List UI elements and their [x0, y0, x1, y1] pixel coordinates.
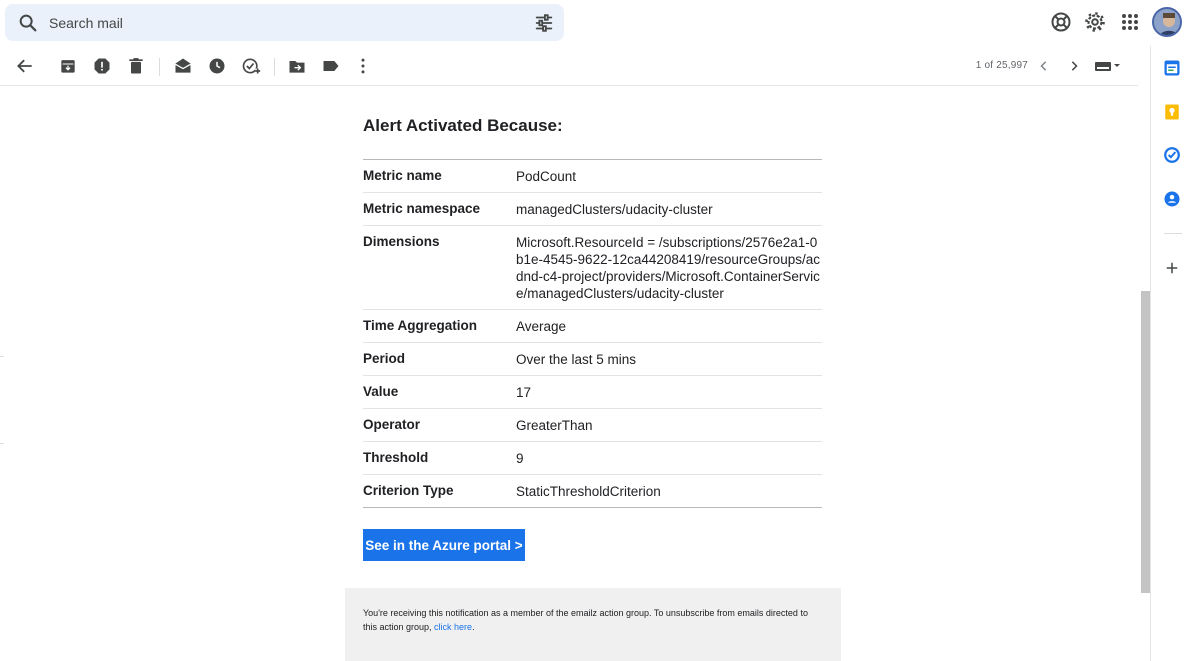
keep-icon[interactable]: [1163, 103, 1181, 121]
contacts-icon[interactable]: [1163, 190, 1181, 208]
table-row: Value 17: [363, 376, 822, 409]
row-key: Threshold: [363, 450, 429, 465]
table-row: Operator GreaterThan: [363, 409, 822, 442]
add-icon[interactable]: [1163, 259, 1181, 277]
keyboard-icon[interactable]: [1093, 56, 1125, 76]
alert-heading: Alert Activated Because:: [363, 116, 563, 135]
gmail-app: 1 of 25,997 Alert Activated Because: Met…: [0, 0, 1189, 661]
toolbar-divider: [159, 58, 160, 76]
help-icon[interactable]: [1049, 10, 1073, 34]
table-row: Criterion Type StaticThresholdCriterion: [363, 475, 822, 507]
row-key: Value: [363, 384, 399, 399]
scrollbar-thumb[interactable]: [1141, 291, 1150, 593]
table-row: Time Aggregation Average: [363, 310, 822, 343]
back-arrow-icon[interactable]: [15, 56, 35, 76]
snooze-icon[interactable]: [207, 56, 227, 76]
footer-period: .: [472, 622, 475, 632]
toolbar-divider: [274, 58, 275, 76]
email-body: Alert Activated Because: Metric name PodC…: [0, 86, 1138, 661]
table-row: Metric name PodCount: [363, 160, 822, 193]
table-row: Dimensions Microsoft.ResourceId = /subscr…: [363, 226, 822, 310]
scrollbar[interactable]: [1140, 86, 1150, 661]
calendar-icon[interactable]: [1163, 59, 1181, 77]
row-value: managedClusters/udacity-cluster: [516, 202, 713, 217]
unsubscribe-link[interactable]: click here: [434, 622, 472, 632]
row-key: Operator: [363, 417, 421, 432]
azure-portal-button[interactable]: See in the Azure portal >: [363, 529, 525, 561]
row-value: GreaterThan: [516, 418, 593, 433]
row-key: Period: [363, 351, 406, 366]
chevron-left-icon[interactable]: [1034, 56, 1054, 76]
row-value: StaticThresholdCriterion: [516, 484, 661, 499]
tune-icon[interactable]: [533, 12, 555, 34]
row-key: Time Aggregation: [363, 318, 478, 333]
search-icon[interactable]: [17, 12, 39, 34]
report-spam-icon[interactable]: [92, 56, 112, 76]
row-key: Metric namespace: [363, 201, 481, 216]
label-icon[interactable]: [321, 56, 341, 76]
search-bar[interactable]: [5, 4, 564, 41]
row-key: Criterion Type: [363, 483, 454, 498]
more-vert-icon[interactable]: [353, 56, 373, 76]
email-footer: You're receiving this notification as a …: [345, 588, 841, 661]
avatar[interactable]: [1152, 7, 1182, 37]
pager-count: 1 of 25,997: [975, 60, 1028, 71]
move-to-icon[interactable]: [287, 56, 307, 76]
table-row: Period Over the last 5 mins: [363, 343, 822, 376]
edge-marker: [0, 356, 4, 357]
row-value: Average: [516, 319, 567, 334]
delete-icon[interactable]: [126, 56, 146, 76]
row-key: Dimensions: [363, 234, 440, 249]
row-value: Over the last 5 mins: [516, 352, 637, 367]
top-bar: [0, 0, 1189, 46]
apps-icon[interactable]: [1118, 10, 1142, 34]
tasks-icon[interactable]: [1163, 146, 1181, 164]
row-value: 17: [516, 385, 532, 400]
archive-icon[interactable]: [58, 56, 78, 76]
edge-marker: [0, 443, 4, 444]
footer-text: You're receiving this notification as a …: [363, 608, 808, 632]
search-input[interactable]: [49, 10, 509, 35]
message-toolbar: 1 of 25,997: [0, 46, 1138, 86]
side-panel-divider: [1164, 233, 1182, 234]
row-value: Microsoft.ResourceId = /subscriptions/25…: [516, 235, 820, 301]
row-key: Metric name: [363, 168, 442, 183]
row-value: 9: [516, 451, 524, 466]
add-task-icon[interactable]: [241, 56, 261, 76]
settings-icon[interactable]: [1083, 10, 1107, 34]
table-row: Metric namespace managedClusters/udacity-…: [363, 193, 822, 226]
row-value: PodCount: [516, 169, 577, 184]
mark-unread-icon[interactable]: [173, 56, 193, 76]
chevron-right-icon[interactable]: [1064, 56, 1084, 76]
table-row: Threshold 9: [363, 442, 822, 475]
side-panel: [1150, 46, 1189, 661]
alert-details-table: Metric name PodCount Metric namespace mana…: [363, 159, 822, 508]
